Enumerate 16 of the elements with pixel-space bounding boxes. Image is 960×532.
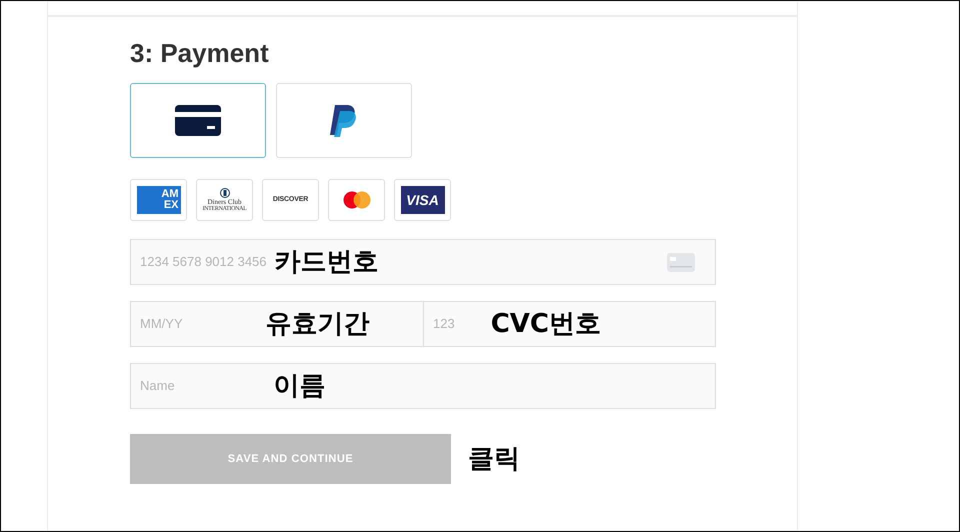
input-field[interactable]: 1234 5678 9012 3456 카드번호 [131, 240, 715, 284]
annotation-label: 클릭 [468, 442, 520, 476]
mastercard-logo [342, 191, 372, 209]
field-placeholder: 1234 5678 9012 3456 [140, 253, 267, 272]
payment-method-tile[interactable] [130, 83, 266, 158]
annotation-label: 카드번호 [274, 246, 379, 278]
payment-method-tile[interactable] [276, 83, 412, 158]
field-placeholder: Name [140, 377, 175, 396]
section-title: 3: Payment [130, 37, 270, 69]
amex-text: AM EX [160, 189, 178, 211]
paypal-logo [329, 102, 359, 138]
credit-card-icon [175, 105, 221, 136]
visa-logo: VISA [400, 186, 444, 214]
input-field[interactable]: Name 이름 [131, 364, 715, 408]
card-icon [667, 253, 695, 272]
annotation-label: 이름 [274, 370, 326, 402]
